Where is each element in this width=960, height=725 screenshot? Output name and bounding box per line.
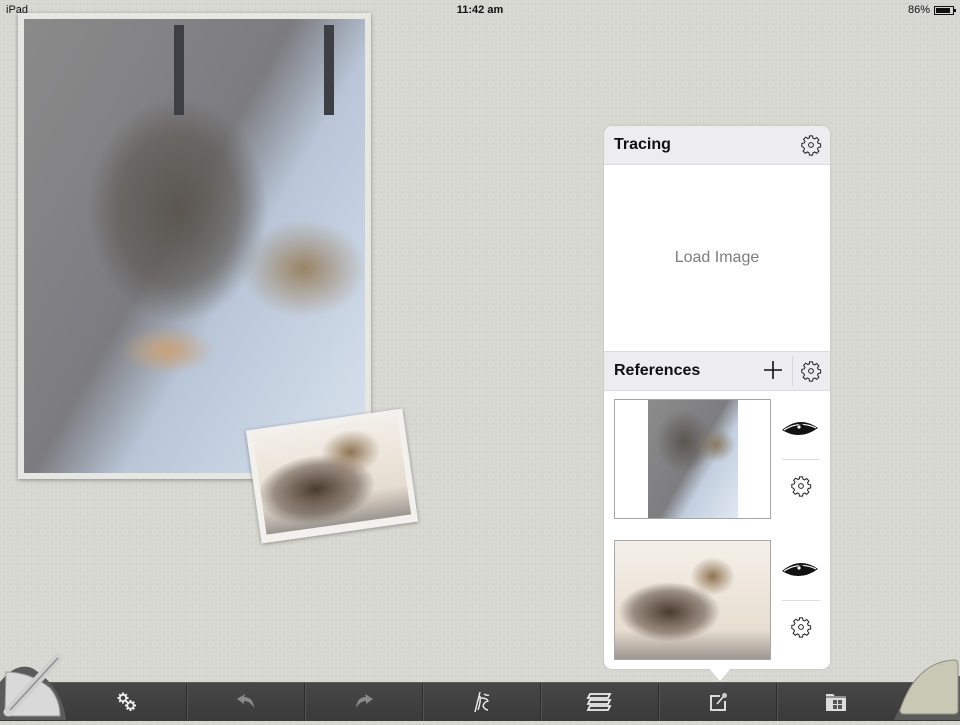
eye-icon <box>782 421 818 436</box>
undo-icon <box>236 694 254 708</box>
brush-library-icon <box>473 691 489 713</box>
cat-image <box>252 415 412 535</box>
gear-icon <box>791 617 812 638</box>
kitten-thumbnail-image <box>648 400 738 518</box>
redo-icon <box>355 694 373 708</box>
layers-button[interactable] <box>540 683 658 721</box>
brush-library-button[interactable] <box>422 683 540 721</box>
reference-settings-button[interactable] <box>790 616 812 643</box>
references-header: References <box>604 351 830 391</box>
reference-edit-icon <box>709 693 727 711</box>
plus-icon <box>764 361 782 379</box>
color-swatch-icon <box>894 659 960 720</box>
main-reference-photo[interactable] <box>18 13 371 479</box>
brush-tool-icon <box>0 653 66 720</box>
color-swatch-button[interactable] <box>890 652 960 720</box>
battery-icon <box>934 5 956 15</box>
gallery-folder-icon <box>825 694 846 711</box>
references-title: References <box>614 362 701 379</box>
popover-arrow <box>708 667 732 681</box>
gears-icon <box>117 692 136 711</box>
battery-percent: 86% <box>907 4 930 16</box>
reference-thumbnail[interactable] <box>614 399 771 519</box>
reference-popover: Tracing Load Image References <box>604 126 830 669</box>
tracing-header: Tracing <box>604 126 830 165</box>
brush-tool-button[interactable] <box>0 652 70 720</box>
divider <box>782 600 820 601</box>
reference-item <box>604 391 830 532</box>
undo-button[interactable] <box>186 683 304 721</box>
tracing-load-area[interactable]: Load Image <box>604 165 830 351</box>
bottom-toolbar <box>0 682 960 721</box>
header-divider <box>792 356 793 386</box>
load-image-button[interactable]: Load Image <box>675 249 760 267</box>
gear-icon <box>791 476 812 497</box>
toggle-visibility-button[interactable] <box>780 417 820 441</box>
reference-button[interactable] <box>658 683 776 721</box>
divider <box>782 459 820 460</box>
cat-thumbnail-image <box>615 541 770 659</box>
reference-settings-button[interactable] <box>790 475 812 502</box>
add-reference-button[interactable] <box>762 359 784 386</box>
kitten-image <box>24 19 365 473</box>
battery-indicator: 86% <box>907 4 956 16</box>
small-reference-photo[interactable] <box>245 408 419 544</box>
gear-icon <box>801 135 822 156</box>
reference-item <box>604 532 830 669</box>
gallery-button[interactable] <box>776 683 894 721</box>
redo-button[interactable] <box>304 683 422 721</box>
tracing-title: Tracing <box>614 136 671 153</box>
layers-icon <box>586 693 611 711</box>
toggle-visibility-button[interactable] <box>780 558 820 582</box>
toolbar-settings-button[interactable] <box>68 683 185 721</box>
references-settings-button[interactable] <box>800 360 822 387</box>
tracing-settings-button[interactable] <box>800 134 822 161</box>
gear-icon <box>801 361 822 382</box>
eye-icon <box>782 562 818 577</box>
reference-thumbnail[interactable] <box>614 540 771 660</box>
